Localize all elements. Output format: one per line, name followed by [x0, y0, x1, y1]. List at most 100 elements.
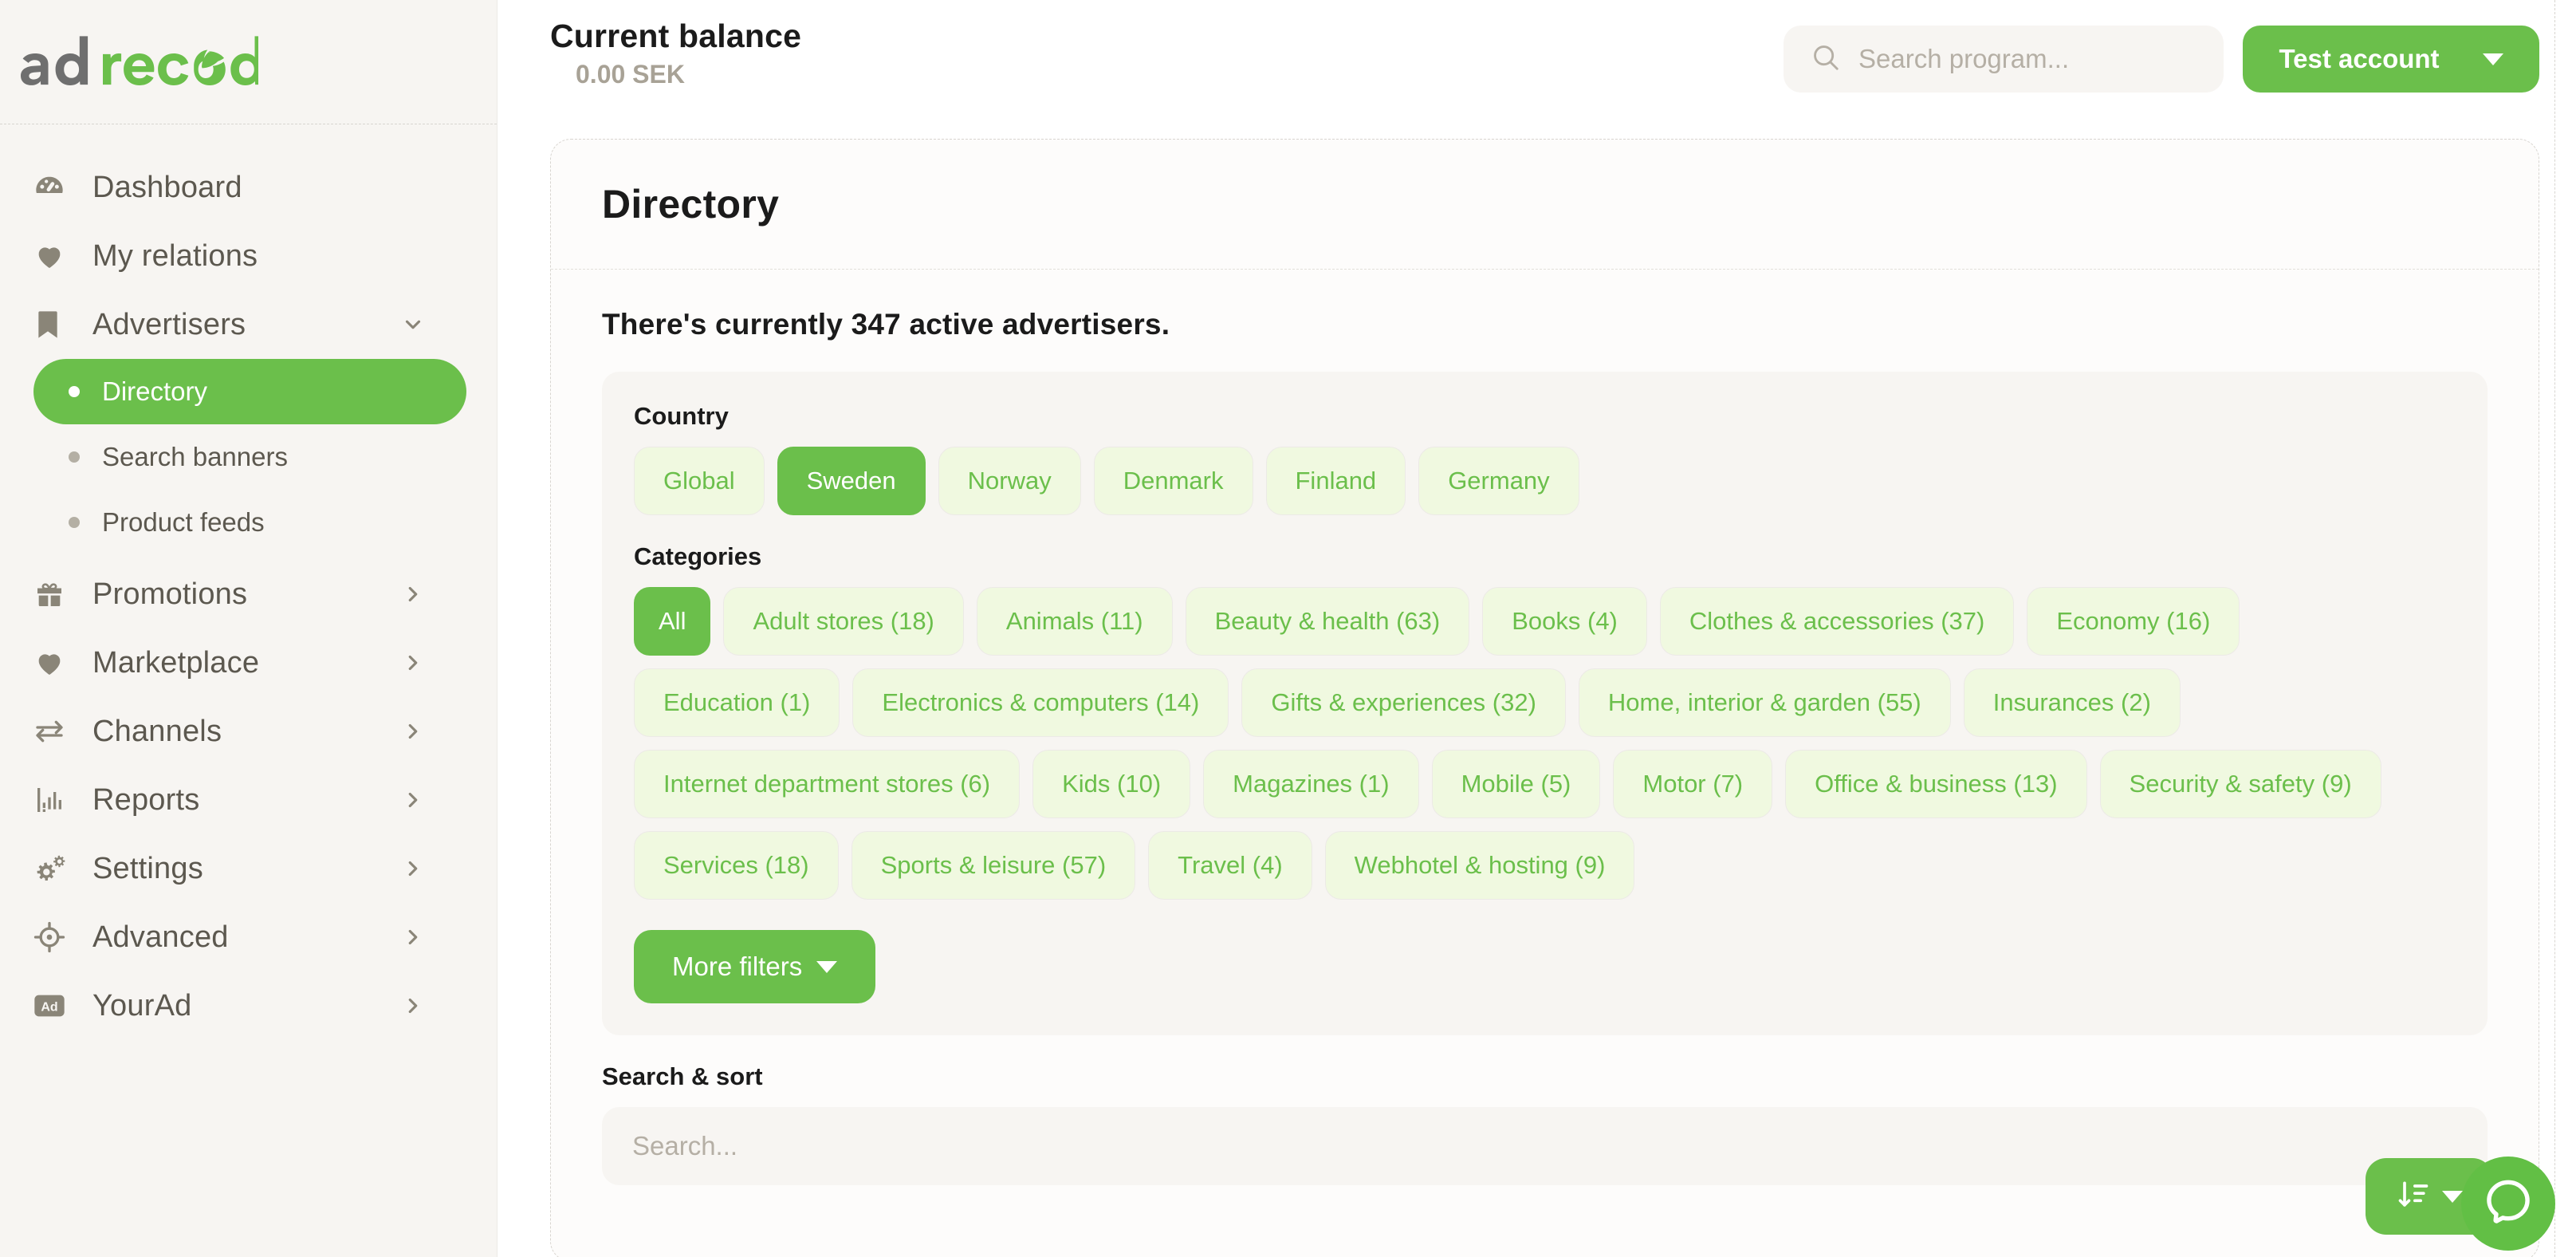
sidebar-item-label: Advertisers [92, 307, 246, 341]
chevron-right-icon [401, 857, 425, 881]
category-chip-beauty-health[interactable]: Beauty & health (63) [1185, 587, 1470, 656]
active-advertisers-text: There's currently 347 active advertisers… [602, 308, 1170, 341]
chevron-right-icon [401, 582, 425, 606]
chevron-right-icon [401, 719, 425, 743]
category-chip-security-safety[interactable]: Security & safety (9) [2099, 750, 2381, 818]
gears-icon [33, 853, 69, 885]
category-chip-animals[interactable]: Animals (11) [976, 587, 1173, 656]
category-chip-kids[interactable]: Kids (10) [1032, 750, 1191, 818]
chevron-right-icon [401, 651, 425, 675]
program-search-input[interactable]: Search program... [1784, 26, 2224, 93]
country-chip-list: Global Sweden Norway Denmark Finland Ger… [634, 447, 2456, 515]
sidebar-item-product-feeds[interactable]: Product feeds [33, 490, 466, 555]
category-chip-home-interior-garden[interactable]: Home, interior & garden (55) [1578, 668, 1951, 737]
category-chip-insurances[interactable]: Insurances (2) [1963, 668, 2181, 737]
sidebar-item-marketplace[interactable]: Marketplace [0, 628, 497, 697]
app-root: Dashboard My relations Advertisers Direc… [0, 0, 2576, 1257]
search-placeholder: Search... [632, 1131, 738, 1160]
search-sort-label: Search & sort [602, 1062, 763, 1090]
sidebar-item-advanced[interactable]: Advanced [0, 903, 497, 971]
sidebar-item-settings[interactable]: Settings [0, 834, 497, 903]
category-chip-services[interactable]: Services (18) [634, 831, 839, 900]
country-chip-sweden[interactable]: Sweden [777, 447, 926, 515]
sidebar-item-search-banners[interactable]: Search banners [33, 424, 466, 490]
current-balance: Current balance 0.00 SEK [550, 11, 801, 89]
ad-badge-icon: Ad [33, 993, 69, 1019]
sidebar-item-reports[interactable]: Reports [0, 766, 497, 834]
sidebar-item-yourad[interactable]: Ad YourAd [0, 971, 497, 1040]
filter-panel: Country Global Sweden Norway Denmark Fin… [602, 372, 2488, 1035]
sidebar-subitem-label: Search banners [102, 442, 288, 471]
chevron-right-icon [401, 788, 425, 812]
more-filters-label: More filters [672, 952, 803, 981]
chat-support-button[interactable] [2461, 1157, 2555, 1251]
category-chip-internet-department-stores[interactable]: Internet department stores (6) [634, 750, 1021, 818]
card-body: There's currently 347 active advertisers… [551, 270, 2539, 1185]
sidebar-item-label: Promotions [92, 577, 248, 611]
category-chip-webhotel-hosting[interactable]: Webhotel & hosting (9) [1324, 831, 1635, 900]
country-chip-norway[interactable]: Norway [938, 447, 1081, 515]
category-chip-mobile[interactable]: Mobile (5) [1431, 750, 1601, 818]
bullet-icon [69, 451, 80, 463]
category-chip-gifts-experiences[interactable]: Gifts & experiences (32) [1241, 668, 1566, 737]
exchange-arrows-icon [33, 715, 69, 747]
country-chip-germany[interactable]: Germany [1418, 447, 1579, 515]
sidebar: Dashboard My relations Advertisers Direc… [0, 0, 498, 1257]
sidebar-subitem-label: Directory [102, 376, 208, 406]
categories-group-label: Categories [634, 542, 762, 570]
svg-text:Ad: Ad [41, 1001, 57, 1015]
main-content: Current balance 0.00 SEK Search program.… [498, 0, 2576, 1257]
program-search-placeholder: Search program... [1858, 44, 2070, 73]
account-dropdown-button[interactable]: Test account [2243, 26, 2539, 93]
sidebar-item-advertisers[interactable]: Advertisers [0, 290, 497, 359]
country-chip-denmark[interactable]: Denmark [1093, 447, 1253, 515]
search-icon [1811, 42, 1841, 77]
heart-icon [33, 240, 69, 272]
sidebar-item-label: YourAd [92, 988, 192, 1023]
balance-title: Current balance [550, 18, 802, 54]
chevron-down-icon [816, 960, 838, 973]
category-chip-magazines[interactable]: Magazines (1) [1203, 750, 1419, 818]
sidebar-item-dashboard[interactable]: Dashboard [0, 153, 497, 222]
chevron-right-icon [401, 994, 425, 1018]
sidebar-item-channels[interactable]: Channels [0, 697, 497, 766]
adrecord-logo-icon [21, 35, 258, 85]
sidebar-item-my-relations[interactable]: My relations [0, 222, 497, 290]
sidebar-item-label: Marketplace [92, 645, 260, 680]
more-filters-button[interactable]: More filters [634, 930, 876, 1003]
category-chip-office-business[interactable]: Office & business (13) [1785, 750, 2087, 818]
chat-bubble-icon [2481, 1175, 2535, 1233]
bullet-icon [69, 386, 80, 397]
sidebar-item-promotions[interactable]: Promotions [0, 560, 497, 628]
country-chip-finland[interactable]: Finland [1265, 447, 1406, 515]
category-chip-list: All Adult stores (18) Animals (11) Beaut… [634, 587, 2456, 900]
sidebar-item-label: Advanced [92, 920, 229, 954]
category-chip-clothes-accessories[interactable]: Clothes & accessories (37) [1659, 587, 2015, 656]
page-right-edge-divider [2554, 0, 2555, 1257]
sidebar-nav: Dashboard My relations Advertisers Direc… [0, 124, 497, 1040]
brand-logo[interactable] [0, 0, 497, 124]
topbar: Current balance 0.00 SEK Search program.… [498, 0, 2576, 124]
country-chip-global[interactable]: Global [634, 447, 765, 515]
category-chip-all[interactable]: All [634, 587, 711, 656]
category-chip-electronics-computers[interactable]: Electronics & computers (14) [852, 668, 1229, 737]
category-chip-travel[interactable]: Travel (4) [1148, 831, 1312, 900]
sidebar-item-label: Dashboard [92, 170, 242, 204]
heart-icon [33, 647, 69, 679]
advertisers-submenu: Directory Search banners Product feeds [0, 359, 497, 560]
sidebar-subitem-label: Product feeds [102, 507, 265, 537]
category-chip-education[interactable]: Education (1) [634, 668, 840, 737]
gift-icon [33, 578, 69, 610]
sidebar-item-directory[interactable]: Directory [33, 359, 466, 424]
search-input[interactable]: Search... [602, 1107, 2488, 1185]
category-chip-adult-stores[interactable]: Adult stores (18) [723, 587, 964, 656]
sidebar-item-label: Channels [92, 714, 222, 748]
dashboard-gauge-icon [33, 171, 69, 203]
balance-value: 0.00 SEK [576, 60, 685, 89]
category-chip-books[interactable]: Books (4) [1482, 587, 1647, 656]
category-chip-sports-leisure[interactable]: Sports & leisure (57) [851, 831, 1136, 900]
search-sort-row: Search... [602, 1107, 2488, 1185]
category-chip-economy[interactable]: Economy (16) [2027, 587, 2240, 656]
sort-descending-icon [2396, 1177, 2431, 1216]
category-chip-motor[interactable]: Motor (7) [1613, 750, 1773, 818]
